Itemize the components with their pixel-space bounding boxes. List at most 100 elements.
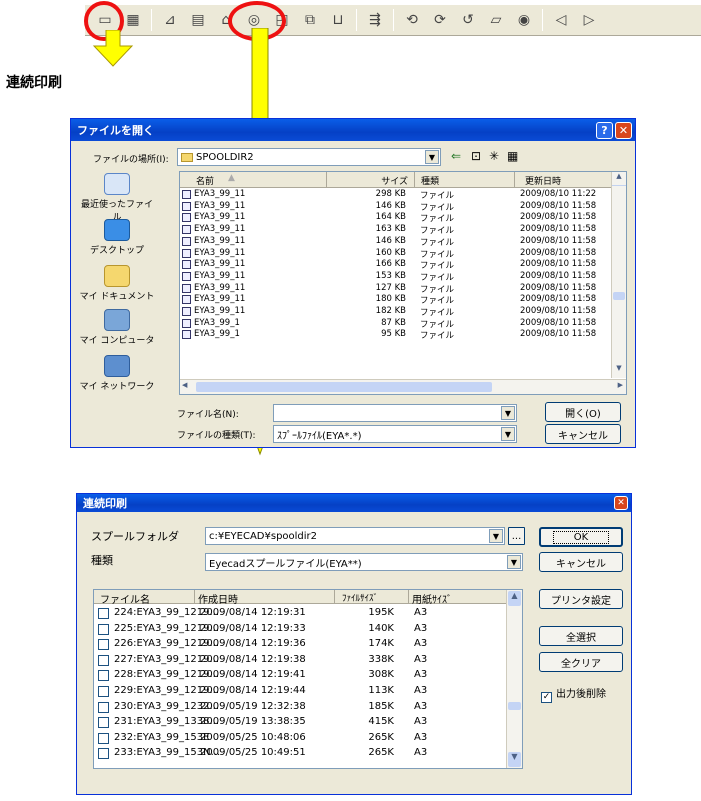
delete-after-output-checkbox[interactable]: ✓ 出力後削除 <box>541 685 606 703</box>
find-icon[interactable]: ⧉ <box>299 9 321 31</box>
scroll-up-icon[interactable]: ▲ <box>612 172 626 186</box>
table-row[interactable]: 230:EYA3_99_1232... 2009/05/19 12:32:38 18… <box>96 700 506 716</box>
table-row[interactable]: 228:EYA3_99_1219... 2009/08/14 12:19:41 30… <box>96 668 506 684</box>
location-dropdown[interactable]: SPOOLDIR2 ▼ <box>177 148 441 166</box>
table-row[interactable]: 226:EYA3_99_1219... 2009/08/14 12:19:36 17… <box>96 637 506 653</box>
scroll-left-icon[interactable]: ◀ <box>182 381 187 389</box>
list-item[interactable]: EYA3_99_11 298 KB ファイル 2009/08/10 11:22 <box>180 189 612 201</box>
table-row[interactable]: 224:EYA3_99_1219... 2009/08/14 12:19:31 19… <box>96 606 506 622</box>
column-header-size[interactable]: サイズ <box>326 172 414 188</box>
place-desktop[interactable]: デスクトップ <box>77 219 157 256</box>
chevron-down-icon[interactable]: ▼ <box>501 427 515 441</box>
row-checkbox[interactable] <box>98 639 109 651</box>
run-icon[interactable]: ⇶ <box>364 9 386 31</box>
scroll-thumb[interactable] <box>196 382 492 392</box>
table-row[interactable]: 227:EYA3_99_1219... 2009/08/14 12:19:38 33… <box>96 653 506 669</box>
prev-icon[interactable]: ◁ <box>550 9 572 31</box>
scroll-down-icon[interactable]: ▼ <box>612 364 626 378</box>
vertical-scrollbar[interactable]: ▲ ▼ <box>611 172 626 378</box>
row-checkbox[interactable] <box>98 748 109 760</box>
place-computer[interactable]: マイ コンピュータ <box>77 309 157 346</box>
list-item[interactable]: EYA3_99_11 160 KB ファイル 2009/08/10 11:58 <box>180 248 612 260</box>
row-checkbox[interactable] <box>98 686 109 697</box>
scroll-thumb[interactable] <box>613 292 625 300</box>
table-row[interactable]: 229:EYA3_99_1219... 2009/08/14 12:19:44 11… <box>96 684 506 700</box>
list-item[interactable]: EYA3_99_11 153 KB ファイル 2009/08/10 11:58 <box>180 271 612 283</box>
spool-folder-dropdown[interactable]: c:¥EYECAD¥spooldir2 ▼ <box>205 527 505 545</box>
row-checkbox[interactable] <box>98 670 109 682</box>
column-header-date[interactable]: 更新日時 <box>514 172 612 188</box>
help-button[interactable]: ? <box>596 122 613 139</box>
table-row[interactable]: 225:EYA3_99_1219... 2009/08/14 12:19:33 14… <box>96 622 506 638</box>
chart-icon[interactable]: ⊿ <box>159 9 181 31</box>
close-button[interactable]: ✕ <box>615 122 632 139</box>
zoom-in-icon[interactable]: ⟳ <box>429 9 451 31</box>
chevron-down-icon[interactable]: ▼ <box>489 529 503 543</box>
list-item[interactable]: EYA3_99_1 87 KB ファイル 2009/08/10 11:58 <box>180 318 612 330</box>
clear-all-button[interactable]: 全クリア <box>539 652 623 672</box>
spool-file-list[interactable]: ファイル名 作成日時 ﾌｧｲﾙｻｲｽﾞ 用紙ｻｲｽﾞ 224:EYA3_99_1… <box>93 589 523 769</box>
open-button[interactable]: 開く(O) <box>545 402 621 422</box>
cancel-button[interactable]: キャンセル <box>539 552 623 572</box>
table-row[interactable]: 232:EYA3_99_153E 2009/05/25 10:48:06 265K A… <box>96 731 506 747</box>
sort-icon[interactable]: ⊔ <box>327 9 349 31</box>
horizontal-scrollbar[interactable]: ◀ ▶ <box>180 379 626 394</box>
new-folder-icon[interactable]: ✳ <box>489 149 499 163</box>
note-icon[interactable]: ▱ <box>485 9 507 31</box>
list-item[interactable]: EYA3_99_1 95 KB ファイル 2009/08/10 11:58 <box>180 329 612 341</box>
scroll-up-icon[interactable]: ▲ <box>508 591 521 606</box>
checkbox-box[interactable]: ✓ <box>541 692 552 703</box>
list-item[interactable]: EYA3_99_11 127 KB ファイル 2009/08/10 11:58 <box>180 283 612 295</box>
ok-button[interactable]: OK <box>539 527 623 547</box>
up-folder-icon[interactable]: ⊡ <box>471 149 481 163</box>
back-icon[interactable]: ⇐ <box>451 149 461 163</box>
browse-button[interactable]: ... <box>508 527 525 545</box>
list-item[interactable]: EYA3_99_11 180 KB ファイル 2009/08/10 11:58 <box>180 294 612 306</box>
list-item[interactable]: EYA3_99_11 163 KB ファイル 2009/08/10 11:58 <box>180 224 612 236</box>
column-header-name[interactable]: 名前 ▲ <box>180 172 326 188</box>
place-network[interactable]: マイ ネットワーク <box>77 355 157 392</box>
row-checkbox[interactable] <box>98 654 109 666</box>
zoom-fit-icon[interactable]: ↺ <box>457 9 479 31</box>
scroll-thumb[interactable] <box>508 702 521 710</box>
chevron-down-icon[interactable]: ▼ <box>507 555 521 569</box>
place-recent[interactable]: 最近使ったファイル <box>77 173 157 223</box>
table-row[interactable]: 231:EYA3_99_1338... 2009/05/19 13:38:35 41… <box>96 715 506 731</box>
column-header-type[interactable]: 種類 <box>414 172 514 188</box>
eye-icon[interactable]: ◉ <box>513 9 535 31</box>
zoom-out-icon[interactable]: ⟲ <box>401 9 423 31</box>
list-item[interactable]: EYA3_99_11 182 KB ファイル 2009/08/10 11:58 <box>180 306 612 318</box>
row-checkbox[interactable] <box>98 623 109 635</box>
select-all-button[interactable]: 全選択 <box>539 626 623 646</box>
next-icon[interactable]: ▷ <box>578 9 600 31</box>
list-item[interactable]: EYA3_99_11 146 KB ファイル 2009/08/10 11:58 <box>180 236 612 248</box>
column-header-date[interactable]: 作成日時 <box>198 591 238 606</box>
row-checkbox[interactable] <box>98 732 109 744</box>
place-documents[interactable]: マイ ドキュメント <box>77 265 157 302</box>
scroll-right-icon[interactable]: ▶ <box>618 381 623 389</box>
row-checkbox[interactable] <box>98 717 109 729</box>
chevron-down-icon[interactable]: ▼ <box>501 406 515 420</box>
row-checkbox[interactable] <box>98 701 109 713</box>
form-icon[interactable]: ▤ <box>187 9 209 31</box>
column-header-filename[interactable]: ファイル名 <box>100 591 150 606</box>
filename-input[interactable]: ▼ <box>273 404 517 422</box>
column-header-paper[interactable]: 用紙ｻｲｽﾞ <box>412 591 452 606</box>
chevron-down-icon[interactable]: ▼ <box>425 150 439 164</box>
printer-settings-button[interactable]: プリンタ設定 <box>539 589 623 609</box>
table-icon[interactable]: ▦ <box>122 9 144 31</box>
vertical-scrollbar[interactable]: ▲ ▼ <box>506 590 522 768</box>
file-list[interactable]: 名前 ▲ サイズ 種類 更新日時 EYA3_99_11 298 KB ファイル 200… <box>179 171 627 395</box>
row-checkbox[interactable] <box>98 608 109 619</box>
view-menu-icon[interactable]: ▦ <box>507 149 518 163</box>
close-button[interactable]: ✕ <box>614 496 628 510</box>
cancel-button[interactable]: キャンセル <box>545 424 621 444</box>
filetype-dropdown[interactable]: ｽﾌﾟｰﾙﾌｧｲﾙ(EYA*.*) ▼ <box>273 425 517 443</box>
list-item[interactable]: EYA3_99_11 164 KB ファイル 2009/08/10 11:58 <box>180 212 612 224</box>
list-item[interactable]: EYA3_99_11 166 KB ファイル 2009/08/10 11:58 <box>180 259 612 271</box>
type-dropdown[interactable]: Eyecadスプールファイル(EYA**) ▼ <box>205 553 523 571</box>
column-header-filesize[interactable]: ﾌｧｲﾙｻｲｽﾞ <box>342 591 378 604</box>
scroll-down-icon[interactable]: ▼ <box>508 752 521 767</box>
table-row[interactable]: 233:EYA3_99_153N... 2009/05/25 10:49:51 26… <box>96 746 506 762</box>
list-item[interactable]: EYA3_99_11 146 KB ファイル 2009/08/10 11:58 <box>180 201 612 213</box>
